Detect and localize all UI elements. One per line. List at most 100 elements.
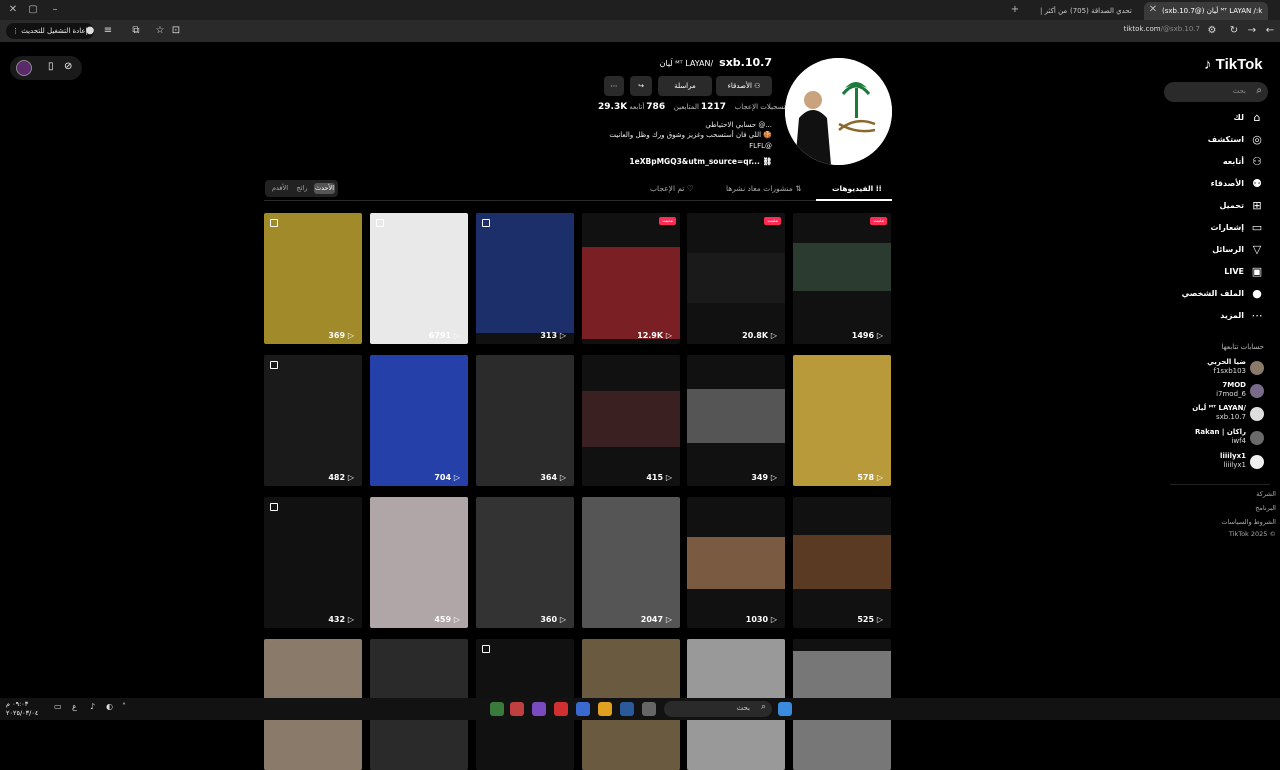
reload-update-button[interactable]: ⋮ إعادة التشغيل للتحديث (6, 23, 94, 39)
more-options-button[interactable]: ⋯ (604, 76, 624, 96)
tab-videos[interactable]: الفيديوهات ⁞⁞ (832, 184, 882, 193)
sidebar-item-3[interactable]: ⚉ الأصدقاء (1180, 176, 1268, 194)
tab-close-icon[interactable]: ✕ (1144, 3, 1162, 17)
message-button[interactable]: مراسلة (658, 76, 712, 96)
sidebar-item-2[interactable]: ⚇ أتابعه (1180, 154, 1268, 172)
video-tile[interactable]: مثبت 1496 ▷ (793, 213, 891, 344)
app-chrome-icon[interactable] (598, 702, 612, 716)
following-account[interactable]: 7MOD i7mod_6 (1180, 380, 1268, 402)
friends-button[interactable]: الأصدقاء ⚇ (716, 76, 772, 96)
profile-icon[interactable]: ● (82, 24, 98, 38)
tab-title: (sxb.10.7@) لَيان ᴹᵀ LAYAN /:k (1162, 7, 1263, 15)
following-title: حسابات تتابعها (1221, 343, 1264, 351)
app-steam-icon[interactable] (620, 702, 634, 716)
sidebar-item-8[interactable]: ● الملف الشخصي (1180, 286, 1268, 304)
footer-program[interactable]: البرنامج (1186, 504, 1276, 512)
sidebar-item-7[interactable]: ▣ LIVE (1180, 264, 1268, 282)
app-discord-icon[interactable] (532, 702, 546, 716)
address-bar[interactable]: tiktok.com/@sxb.10.7 (1100, 25, 1200, 33)
screenshot-icon[interactable]: ⊡ (168, 24, 184, 38)
sort-oldest[interactable]: الأقدم (269, 183, 291, 194)
video-thumbnail (687, 253, 785, 303)
video-tile[interactable]: 578 ▷ (793, 355, 891, 486)
video-tile[interactable]: 704 ▷ (370, 355, 468, 486)
play-icon: ▷ (874, 615, 883, 624)
video-tile[interactable]: 2047 ▷ (582, 497, 680, 628)
user-avatar[interactable] (16, 60, 32, 76)
minimize-window-icon[interactable]: – (46, 3, 64, 17)
block-icon[interactable]: ⊘ (64, 61, 72, 72)
taskbar-search-placeholder: بحث (736, 704, 750, 712)
bookmark-star-icon[interactable]: ☆ (152, 24, 168, 38)
device-icon[interactable]: ▯ (48, 61, 54, 72)
username: sxb.10.7 (719, 56, 772, 69)
sidebar-item-1[interactable]: ◎ استكشف (1180, 132, 1268, 150)
following-count[interactable]: 786 (646, 102, 665, 112)
video-tile[interactable]: 459 ▷ (370, 497, 468, 628)
notification-icon[interactable]: ▭ (54, 702, 62, 711)
video-tile[interactable]: 432 ▷ (264, 497, 362, 628)
app-taskview-icon[interactable] (642, 702, 656, 716)
sidebar-item-4[interactable]: ⊞ تحميل (1180, 198, 1268, 216)
profile-avatar[interactable] (785, 58, 892, 165)
following-account[interactable]: liiilyx1 liiilyx1 (1180, 451, 1268, 473)
sidebar-icon[interactable]: ≡ (100, 24, 116, 38)
sidebar-item-9[interactable]: ⋯ المزيد (1180, 308, 1268, 326)
app-calendar-icon[interactable] (554, 702, 568, 716)
windows-taskbar: ٠٩:٠٣ م ٢٠٢٥/٠٣/٠٤ ▭ ع ♪ ◐ ˄ بحث ⌕ (0, 698, 1280, 720)
sort-popular[interactable]: رائج (292, 183, 312, 194)
language-indicator[interactable]: ع (72, 702, 77, 711)
maximize-window-icon[interactable]: ▢ (24, 3, 42, 17)
tab-active[interactable]: (sxb.10.7@) لَيان ᴹᵀ LAYAN /:k (1144, 2, 1268, 20)
profile-link[interactable]: 1eXBpMGQ3&utm_source=qr... ⛓ (596, 157, 772, 166)
view-count-value: 1496 (851, 331, 875, 340)
url-path: /@sxb.10.7 (1160, 25, 1200, 33)
share-button[interactable]: ↪ (630, 76, 652, 96)
network-icon[interactable]: ◐ (106, 702, 113, 711)
video-tile[interactable]: 1030 ▷ (687, 497, 785, 628)
taskbar-search[interactable]: بحث ⌕ (664, 701, 772, 717)
video-tile[interactable]: 525 ▷ (793, 497, 891, 628)
play-icon: ▷ (874, 473, 883, 482)
back-icon[interactable]: ← (1262, 24, 1278, 38)
app-edge-icon[interactable] (576, 702, 590, 716)
video-tile[interactable]: 313 ▷ (476, 213, 574, 344)
app-recorder-icon[interactable] (510, 702, 524, 716)
app-minecraft-icon[interactable] (490, 702, 504, 716)
search-input[interactable]: بحث ⌕ (1164, 82, 1268, 102)
video-tile[interactable]: مثبت 12.9K ▷ (582, 213, 680, 344)
volume-icon[interactable]: ♪ (90, 702, 95, 711)
tiktok-logo[interactable]: ♪ TikTok (1204, 56, 1263, 73)
video-tile[interactable]: 369 ▷ (264, 213, 362, 344)
footer-company[interactable]: الشركة (1186, 490, 1276, 498)
sort-latest[interactable]: الأحدث (314, 183, 335, 194)
start-windows-icon[interactable] (778, 702, 792, 716)
video-tile[interactable]: 360 ▷ (476, 497, 574, 628)
video-tile[interactable]: مثبت 20.8K ▷ (687, 213, 785, 344)
sidebar-item-5[interactable]: ▭ إشعارات (1180, 220, 1268, 238)
extensions-icon[interactable]: ⧉ (128, 24, 144, 38)
taskbar-clock[interactable]: ٠٩:٠٣ م ٢٠٢٥/٠٣/٠٤ (6, 700, 38, 718)
tab-liked[interactable]: تم الإعجاب ♡ (650, 184, 694, 193)
tab-2[interactable]: (705) تحدي الصداقة (1070, 2, 1140, 20)
footer-terms[interactable]: الشروط والسياسات (1186, 518, 1276, 526)
following-account[interactable]: ضيا الحربي f1sxb103 (1180, 357, 1268, 379)
search-icon[interactable]: ⌕ (1256, 85, 1262, 96)
video-tile[interactable]: 482 ▷ (264, 355, 362, 486)
following-account[interactable]: لَيان ᴹᵀ LAYAN/sxb.10.7 (1180, 403, 1268, 425)
tray-chevron-icon[interactable]: ˄ (122, 702, 126, 711)
new-tab-icon[interactable]: + (1006, 3, 1024, 17)
video-tile[interactable]: 349 ▷ (687, 355, 785, 486)
followers-count[interactable]: 1217 (701, 102, 726, 112)
video-tile[interactable]: 364 ▷ (476, 355, 574, 486)
sidebar-item-6[interactable]: ▽ الرسائل (1180, 242, 1268, 260)
forward-icon[interactable]: → (1244, 24, 1260, 38)
tab-reposts[interactable]: منشورات معاد نشرها ⇅ (726, 184, 801, 193)
reload-icon[interactable]: ↻ (1226, 24, 1242, 38)
close-window-icon[interactable]: ✕ (4, 3, 22, 17)
site-settings-icon[interactable]: ⚙ (1204, 24, 1220, 38)
video-tile[interactable]: 6791 ▷ (370, 213, 468, 344)
sidebar-item-0[interactable]: ⌂ لك (1180, 110, 1268, 128)
video-tile[interactable]: 415 ▷ (582, 355, 680, 486)
following-account[interactable]: Rakan | راكان iwf4 (1180, 427, 1268, 449)
